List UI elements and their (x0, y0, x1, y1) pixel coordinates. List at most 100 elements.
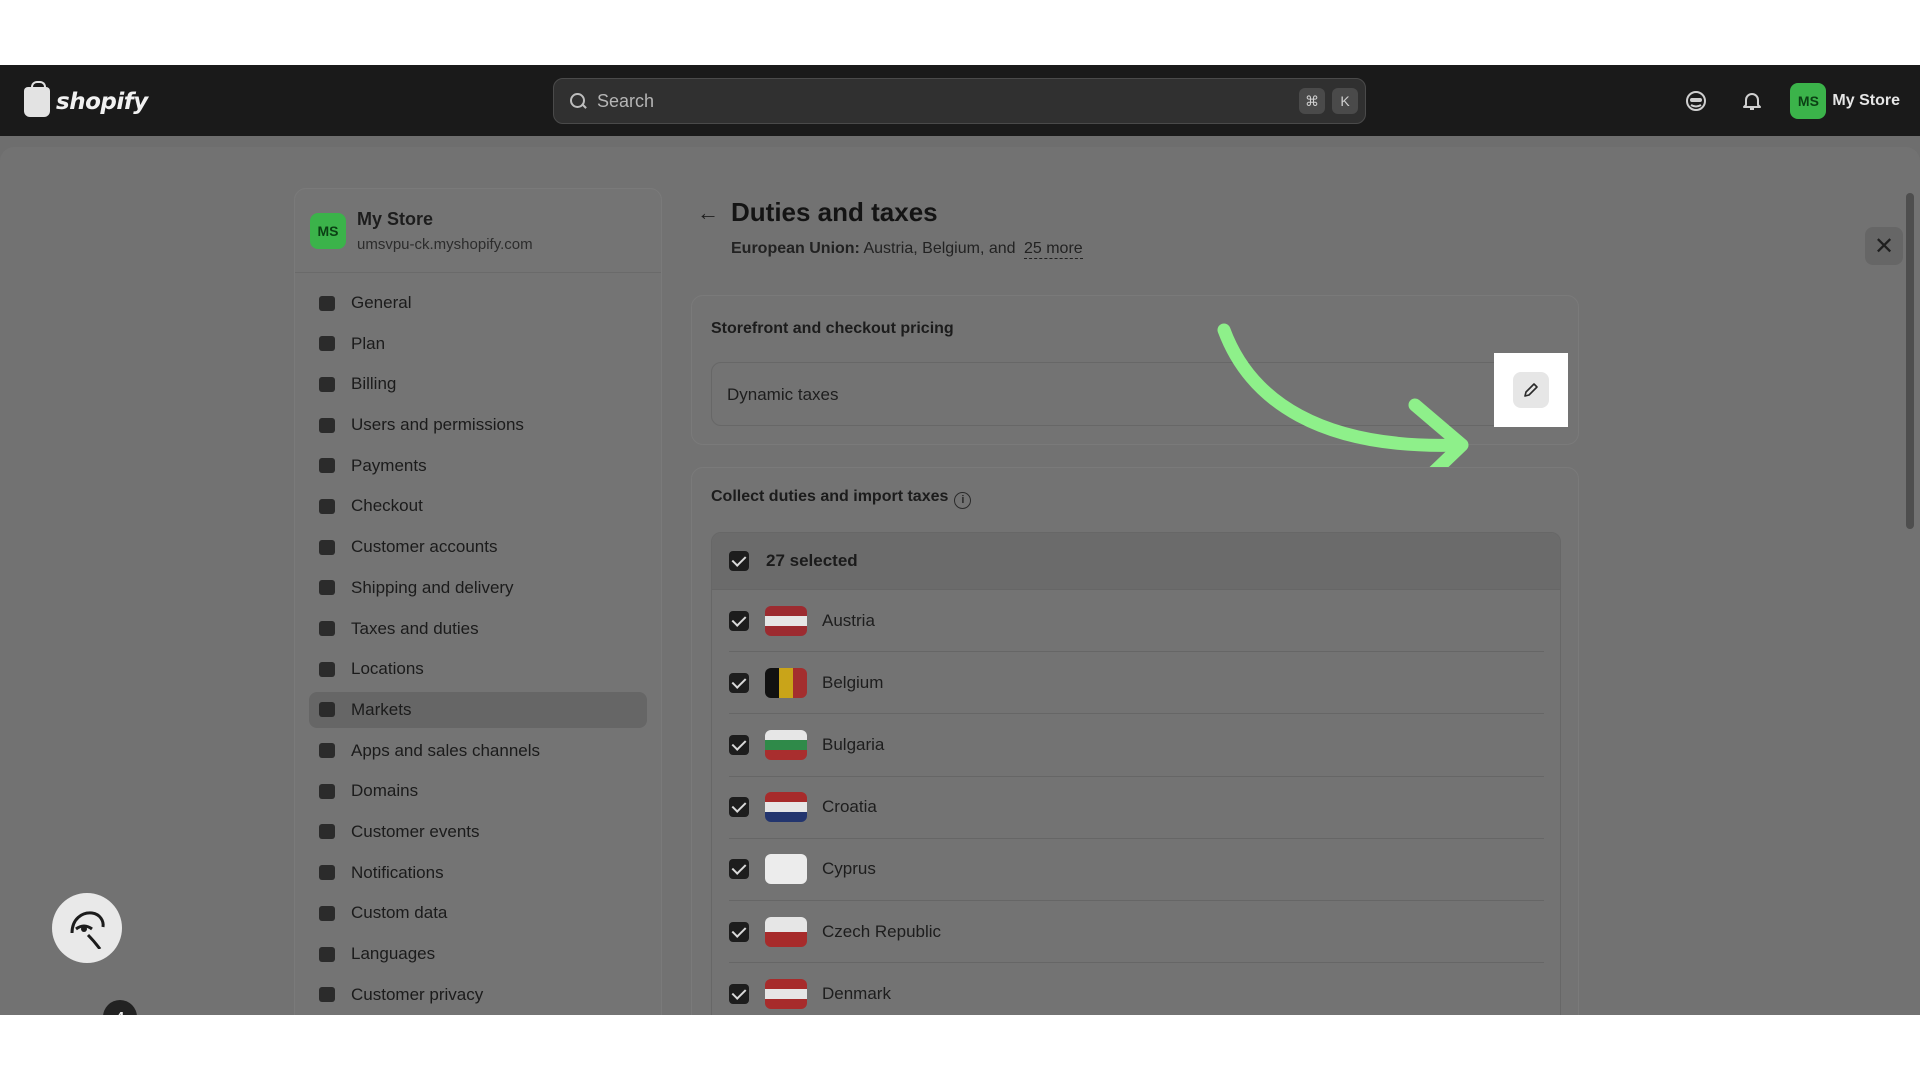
belgium-flag-icon (765, 667, 807, 698)
languages-icon (317, 945, 337, 963)
sidebar-item-languages[interactable]: Languages (309, 936, 647, 972)
country-name: Bulgaria (822, 734, 885, 754)
denmark-flag-icon (765, 978, 807, 1009)
country-list: 27 selected Austria Belgium Bulgaria Croati… (711, 532, 1561, 1015)
country-name: Czech Republic (822, 921, 942, 941)
sidebar-item-payments[interactable]: Payments (309, 448, 647, 484)
sidebar-item-shipping-and-delivery[interactable]: Shipping and delivery (309, 570, 647, 606)
croatia-flag-icon (765, 792, 807, 823)
sidebar-item-notifications[interactable]: Notifications (309, 855, 647, 891)
store-header[interactable]: MS My Store umsvpu-ck.myshopify.com (295, 189, 661, 273)
sidebar-item-custom-data[interactable]: Custom data (309, 895, 647, 931)
sidebar-item-label: Notifications (351, 862, 444, 882)
pricing-card-title: Storefront and checkout pricing (711, 320, 954, 337)
duties-card: Collect duties and import taxes i 27 sele… (691, 467, 1579, 1015)
country-name: Austria (822, 610, 875, 630)
sidebar-item-label: Payments (351, 455, 427, 475)
country-checkbox[interactable] (729, 983, 749, 1004)
country-checkbox[interactable] (729, 734, 749, 755)
close-button[interactable]: ✕ (1865, 227, 1903, 265)
sidebar-item-domains[interactable]: Domains (309, 773, 647, 809)
duties-card-title-row: Collect duties and import taxes i (711, 488, 972, 509)
top-right-controls: MS My Store (1678, 83, 1900, 119)
back-arrow-icon[interactable]: ← (697, 200, 719, 226)
more-countries-link[interactable]: 25 more (1023, 240, 1083, 259)
store-avatar[interactable]: MS (1790, 83, 1827, 119)
search-bar[interactable]: Search ⌘ K (553, 78, 1366, 124)
select-all-checkbox[interactable] (729, 551, 749, 571)
taxes-icon (317, 620, 337, 638)
edit-button[interactable] (1513, 372, 1549, 408)
country-checkbox[interactable] (729, 859, 749, 880)
shopify-logo[interactable]: shopify (24, 81, 148, 119)
store-name: My Store (357, 208, 434, 229)
sidebar-item-label: Plan (351, 333, 386, 353)
helper-face-icon (70, 911, 105, 949)
shortcut-command-key: ⌘ (1299, 88, 1325, 114)
country-checkbox[interactable] (729, 797, 749, 818)
close-icon: ✕ (1873, 232, 1895, 260)
sidebar-item-markets[interactable]: Markets (309, 691, 647, 728)
region-name: European Union: (731, 240, 860, 257)
sidebar-item-label: Shipping and delivery (351, 577, 514, 597)
country-row[interactable]: Belgium (729, 652, 1544, 715)
sidebar-item-customer-privacy[interactable]: Customer privacy (309, 977, 647, 1013)
select-all-row[interactable]: 27 selected (712, 533, 1560, 590)
sidebar-item-checkout[interactable]: Checkout (309, 488, 647, 524)
country-row[interactable]: Denmark (729, 963, 1544, 1015)
settings-nav: General Plan Billing Users and permissions P… (295, 273, 661, 1013)
dynamic-taxes-label: Dynamic taxes (727, 385, 839, 404)
billing-icon (317, 375, 337, 393)
apps-icon (317, 742, 337, 760)
sidebar-item-label: Apps and sales channels (351, 740, 541, 760)
page-title: Duties and taxes (731, 197, 938, 227)
search-placeholder: Search (597, 90, 655, 111)
sidebar-item-customer-events[interactable]: Customer events (309, 814, 647, 850)
store-icon (317, 294, 337, 312)
location-icon (317, 660, 337, 678)
data-icon (317, 904, 337, 922)
sidebar-item-locations[interactable]: Locations (309, 651, 647, 687)
country-checkbox[interactable] (729, 610, 749, 631)
sidekick-icon[interactable] (1678, 83, 1714, 119)
sidebar-item-customer-accounts[interactable]: Customer accounts (309, 529, 647, 565)
events-icon (317, 823, 337, 841)
store-url: umsvpu-ck.myshopify.com (357, 235, 533, 253)
czech-flag-icon (765, 916, 807, 947)
scrollbar[interactable] (1906, 193, 1914, 529)
sidebar-item-label: Users and permissions (351, 415, 524, 435)
edit-highlight (1494, 353, 1568, 427)
region-subtitle: European Union: Austria, Belgium, and 25… (731, 240, 1083, 259)
country-row[interactable]: Bulgaria (729, 714, 1544, 777)
country-row[interactable]: Austria (729, 590, 1544, 653)
store-menu-label[interactable]: My Store (1832, 92, 1900, 110)
selected-count: 27 selected (766, 551, 858, 570)
cyprus-flag-icon (765, 854, 807, 885)
helper-widget[interactable] (52, 893, 122, 963)
info-icon[interactable]: i (954, 492, 972, 509)
top-bar: shopify Search ⌘ K MS My Store (0, 65, 1920, 136)
users-icon (317, 416, 337, 434)
country-row[interactable]: Czech Republic (729, 901, 1544, 964)
sidebar-item-label: Languages (351, 944, 436, 963)
sidebar-item-taxes-and-duties[interactable]: Taxes and duties (309, 611, 647, 647)
country-checkbox[interactable] (729, 672, 749, 693)
pencil-icon (1524, 383, 1538, 397)
sidebar-item-users-and-permissions[interactable]: Users and permissions (309, 407, 647, 443)
sidebar-item-label: Checkout (351, 496, 423, 516)
sidebar-item-apps-and-sales-channels[interactable]: Apps and sales channels (309, 733, 647, 769)
sidebar-item-label: Billing (351, 374, 397, 394)
austria-flag-icon (765, 605, 807, 636)
bulgaria-flag-icon (765, 729, 807, 760)
store-avatar-sidebar: MS (310, 212, 346, 249)
country-name: Croatia (822, 797, 877, 817)
country-row[interactable]: Croatia (729, 777, 1544, 839)
domains-icon (317, 782, 337, 800)
sidebar-item-billing[interactable]: Billing (309, 366, 647, 402)
country-row[interactable]: Cyprus (729, 839, 1544, 901)
notifications-bell-icon[interactable] (1734, 83, 1770, 119)
sidebar-item-plan[interactable]: Plan (309, 326, 647, 362)
sidebar-item-general[interactable]: General (309, 285, 647, 321)
country-checkbox[interactable] (729, 921, 749, 942)
sidebar-item-label: Taxes and duties (351, 618, 479, 638)
